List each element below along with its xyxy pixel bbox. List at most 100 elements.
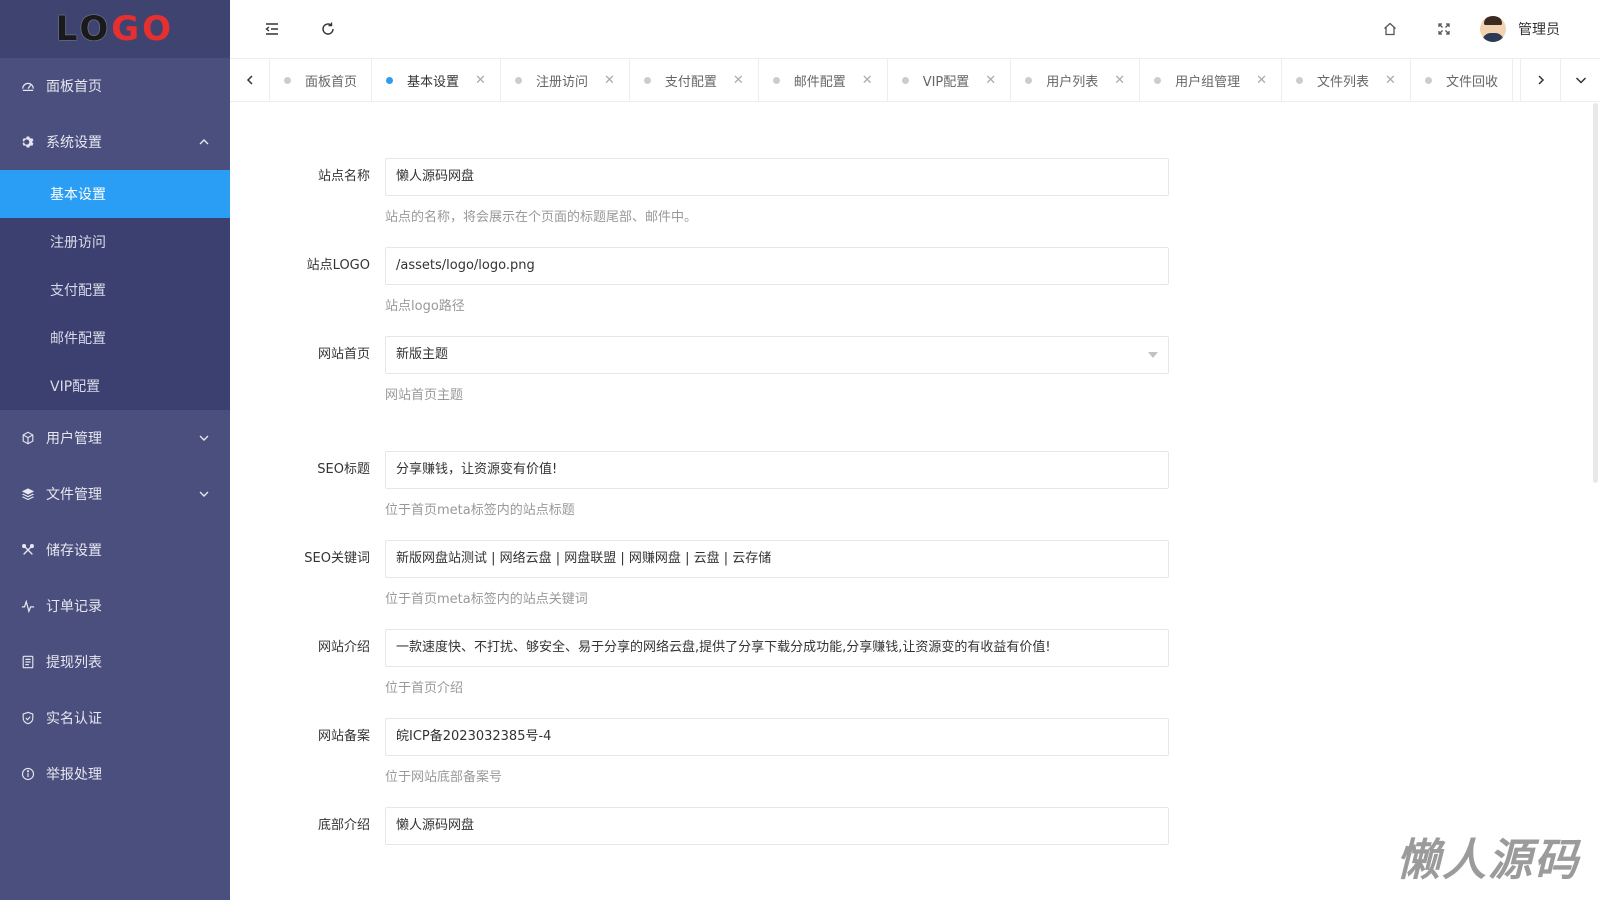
footer-intro-input[interactable]: 懒人源码网盘: [385, 807, 1169, 845]
tab-scroll-right-button[interactable]: [1520, 59, 1560, 101]
tab-user-group-management[interactable]: 用户组管理 ✕: [1140, 59, 1283, 101]
sidebar-item-withdrawal-list[interactable]: 提现列表: [0, 634, 230, 690]
logo-text-red: GO: [111, 9, 175, 49]
fullscreen-button[interactable]: [1426, 11, 1462, 47]
tab-close-icon[interactable]: ✕: [733, 73, 744, 88]
logo[interactable]: LOGO: [0, 0, 230, 58]
sidebar-subitem-email-config[interactable]: 邮件配置: [0, 314, 230, 362]
form-row-site-name: 站点名称 懒人源码网盘 站点的名称，将会展示在个页面的标题尾部、邮件中。: [260, 158, 1169, 247]
form-row-site-intro: 网站介绍 一款速度快、不打扰、够安全、易于分享的网络云盘,提供了分享下载分成功能…: [260, 629, 1169, 718]
sidebar-item-label: 提现列表: [46, 655, 102, 671]
seo-title-input[interactable]: 分享赚钱，让资源变有价值!: [385, 451, 1169, 489]
scrollbar[interactable]: [1593, 103, 1598, 483]
site-name-label: 站点名称: [317, 169, 370, 184]
sidebar-subitem-payment-config[interactable]: 支付配置: [0, 266, 230, 314]
basic-settings-form: 站点名称 懒人源码网盘 站点的名称，将会展示在个页面的标题尾部、邮件中。 站点L…: [260, 158, 1169, 896]
tab-email-config[interactable]: 邮件配置 ✕: [759, 59, 888, 101]
sidebar-item-label: 订单记录: [46, 599, 102, 615]
site-intro-input[interactable]: 一款速度快、不打扰、够安全、易于分享的网络云盘,提供了分享下载分成功能,分享赚钱…: [385, 629, 1169, 667]
sidebar-item-label: 用户管理: [46, 431, 102, 447]
seo-keywords-hint: 位于首页meta标签内的站点关键词: [385, 592, 588, 607]
sidebar-item-label: 举报处理: [46, 767, 102, 783]
tab-dot: [1025, 76, 1033, 84]
pulse-icon: [20, 598, 36, 614]
sidebar-item-report-handling[interactable]: 举报处理: [0, 746, 230, 802]
seo-title-label: SEO标题: [317, 462, 370, 477]
sidebar-item-dashboard[interactable]: 面板首页: [0, 58, 230, 114]
tab-user-list[interactable]: 用户列表 ✕: [1011, 59, 1141, 101]
homepage-select-value: 新版主题: [396, 347, 449, 362]
home-icon: [1384, 22, 1396, 36]
tab-label: 面板首页: [305, 74, 358, 90]
form-row-site-logo: 站点LOGO /assets/logo/logo.png 站点logo路径: [260, 247, 1169, 336]
tab-close-icon[interactable]: ✕: [475, 73, 486, 88]
sidebar-item-user-management[interactable]: 用户管理: [0, 410, 230, 466]
site-logo-hint: 站点logo路径: [385, 299, 465, 314]
home-button[interactable]: [1372, 11, 1408, 47]
site-icp-label: 网站备案: [317, 729, 370, 744]
tab-dot: [514, 76, 522, 84]
site-name-input[interactable]: 懒人源码网盘: [385, 158, 1169, 196]
user-menu[interactable]: 管理员: [1480, 16, 1560, 42]
chevron-right-icon: [1537, 75, 1544, 85]
top-header: 管理员: [230, 0, 1600, 58]
tab-label: 基本设置: [407, 74, 460, 90]
homepage-select[interactable]: 新版主题: [385, 336, 1169, 374]
tab-dot: [386, 76, 394, 84]
seo-keywords-input[interactable]: 新版网盘站测试 | 网络云盘 | 网盘联盟 | 网赚网盘 | 云盘 | 云存储: [385, 540, 1169, 578]
tab-dot: [643, 76, 651, 84]
tab-scroll-left-button[interactable]: [230, 59, 270, 101]
site-logo-input[interactable]: /assets/logo/logo.png: [385, 247, 1169, 285]
tab-dot: [1296, 76, 1304, 84]
sidebar-item-system-settings[interactable]: 系统设置: [0, 114, 230, 170]
sidebar-item-storage-settings[interactable]: 储存设置: [0, 522, 230, 578]
user-name: 管理员: [1518, 22, 1560, 38]
tab-register-access[interactable]: 注册访问 ✕: [501, 59, 630, 101]
tab-label: 用户组管理: [1175, 74, 1241, 90]
footer-intro-label: 底部介绍: [317, 818, 370, 833]
sidebar-subitem-register-access[interactable]: 注册访问: [0, 218, 230, 266]
chevron-down-icon: [199, 491, 209, 497]
sidebar-item-file-management[interactable]: 文件管理: [0, 466, 230, 522]
sidebar-item-real-name-auth[interactable]: 实名认证: [0, 690, 230, 746]
sidebar-subitem-basic-settings[interactable]: 基本设置: [0, 170, 230, 218]
logo-text-dark: LO: [55, 9, 112, 49]
tab-close-icon[interactable]: ✕: [1385, 73, 1396, 88]
tab-vip-config[interactable]: VIP配置 ✕: [888, 59, 1012, 101]
refresh-icon: [322, 22, 334, 35]
chevron-left-icon: [246, 75, 253, 85]
site-intro-hint: 位于首页介绍: [385, 681, 464, 696]
tab-close-icon[interactable]: ✕: [985, 73, 996, 88]
tab-label: 文件列表: [1317, 74, 1370, 90]
tab-menu-button[interactable]: [1560, 59, 1600, 101]
tab-close-icon[interactable]: ✕: [604, 73, 615, 88]
tab-close-icon[interactable]: ✕: [1256, 73, 1267, 88]
sidebar-item-label: 实名认证: [46, 711, 102, 727]
tab-file-list[interactable]: 文件列表 ✕: [1282, 59, 1411, 101]
site-icp-input[interactable]: 皖ICP备2023032385号-4: [385, 718, 1169, 756]
tab-file-recycle[interactable]: 文件回收: [1411, 59, 1513, 101]
homepage-hint: 网站首页主题: [385, 388, 464, 403]
tab-label: 用户列表: [1046, 74, 1099, 90]
seo-keywords-label: SEO关键词: [304, 551, 370, 566]
tab-payment-config[interactable]: 支付配置 ✕: [630, 59, 759, 101]
refresh-button[interactable]: [310, 11, 346, 47]
sidebar-item-order-records[interactable]: 订单记录: [0, 578, 230, 634]
system-settings-submenu: 基本设置 注册访问 支付配置 邮件配置 VIP配置: [0, 170, 230, 410]
form-row-footer-intro: 底部介绍 懒人源码网盘: [260, 807, 1169, 896]
main-content: 站点名称 懒人源码网盘 站点的名称，将会展示在个页面的标题尾部、邮件中。 站点L…: [230, 103, 1600, 900]
site-logo-label: 站点LOGO: [306, 258, 370, 273]
collapse-menu-button[interactable]: [254, 11, 290, 47]
tab-close-icon[interactable]: ✕: [862, 73, 873, 88]
tab-close-icon[interactable]: ✕: [1114, 73, 1125, 88]
tab-list: 面板首页 基本设置 ✕ 注册访问 ✕ 支付配置 ✕ 邮件配置 ✕ VIP配置 ✕ 用户列表…: [270, 59, 1520, 101]
homepage-label: 网站首页: [317, 347, 370, 362]
tab-label: 支付配置: [664, 74, 717, 90]
tab-basic-settings[interactable]: 基本设置 ✕: [372, 59, 501, 101]
seo-title-hint: 位于首页meta标签内的站点标题: [385, 503, 575, 518]
tab-label: 注册访问: [535, 74, 588, 90]
tab-dot: [284, 76, 291, 84]
dashboard-icon: [20, 78, 36, 94]
sidebar-subitem-vip-config[interactable]: VIP配置: [0, 362, 230, 410]
tab-dashboard[interactable]: 面板首页: [270, 59, 373, 101]
